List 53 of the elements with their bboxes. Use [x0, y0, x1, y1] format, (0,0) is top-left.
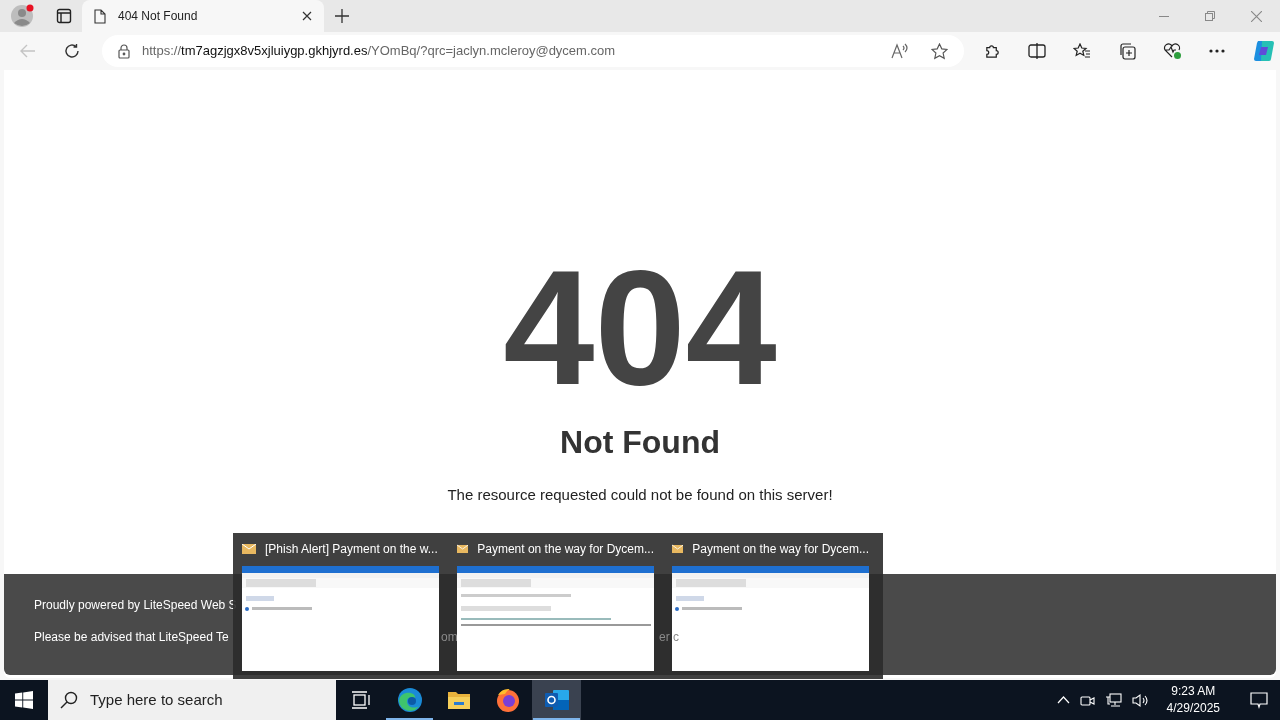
tab-title: 404 Not Found [118, 8, 199, 25]
footer-text: Please be advised that LiteSpeed Te [34, 629, 229, 646]
favorites-icon[interactable] [1073, 43, 1091, 59]
network-icon[interactable] [1104, 692, 1122, 708]
copilot-icon[interactable] [1252, 39, 1276, 63]
new-tab-icon[interactable] [335, 9, 349, 23]
window-thumbnail-drawing[interactable] [672, 566, 869, 671]
firefox-icon [494, 687, 521, 713]
read-aloud-icon[interactable] [891, 43, 909, 59]
search-icon [60, 691, 78, 709]
reload-icon[interactable] [64, 43, 80, 59]
split-screen-icon[interactable] [1028, 43, 1046, 59]
more-icon[interactable] [1209, 49, 1225, 53]
close-window-icon[interactable] [1251, 10, 1262, 22]
mail-icon [457, 543, 469, 554]
profile-icon[interactable] [10, 3, 36, 29]
mail-icon [242, 543, 256, 554]
task-view-icon [350, 691, 371, 709]
footer-text: er c [659, 629, 679, 646]
preview-title: Payment on the way for Dycem... [477, 540, 654, 558]
health-icon[interactable] [1163, 42, 1182, 60]
mail-icon [672, 543, 684, 554]
lock-icon [118, 43, 130, 59]
volume-icon[interactable] [1131, 692, 1149, 708]
error-heading: Not Found [560, 423, 720, 462]
collections-icon[interactable] [1118, 42, 1136, 60]
windows-start-icon[interactable] [15, 691, 33, 709]
error-message: The resource requested could not be found on this server! [447, 485, 833, 505]
favorite-star-icon[interactable] [931, 42, 948, 60]
tab-actions-icon[interactable] [56, 8, 72, 24]
footer-text: Proudly powered by LiteSpeed Web S [34, 597, 237, 614]
chevron-up-icon[interactable] [1056, 696, 1070, 704]
folder-icon [446, 690, 471, 710]
extensions-icon[interactable] [984, 42, 1001, 60]
preview-title: Payment on the way for Dycem... [692, 540, 869, 558]
clock-date[interactable]: 4/29/2025 [1166, 700, 1220, 717]
edge-icon [396, 687, 423, 713]
page-icon [94, 8, 106, 24]
search-placeholder: Type here to search [90, 689, 223, 710]
clock-time[interactable]: 9:23 AM [1171, 683, 1216, 700]
preview-title: [Phish Alert] Payment on the w... [265, 540, 438, 558]
search-box[interactable]: Type here to search [48, 680, 336, 720]
browser-tab[interactable]: 404 Not Found [82, 0, 324, 32]
error-code: 404 [503, 248, 777, 408]
close-icon[interactable] [302, 11, 312, 21]
outlook-icon [543, 688, 570, 712]
window-thumbnail-drawing[interactable] [457, 566, 654, 671]
window-thumbnail-drawing[interactable] [242, 566, 439, 671]
url-text: https://tm7agzjgx8v5xjluiygp.gkhjyrd.es/YOmBq/?qrc=jaclyn.mcleroy@dycem.com [142, 42, 617, 61]
notifications-icon[interactable] [1250, 691, 1268, 709]
footer-text: om [441, 629, 458, 646]
address-bar[interactable]: https://tm7agzjgx8v5xjluiygp.gkhjyrd.es/YOmBq/?qrc=jaclyn.mcleroy@dycem.com [102, 35, 964, 67]
restore-icon[interactable] [1205, 11, 1215, 21]
